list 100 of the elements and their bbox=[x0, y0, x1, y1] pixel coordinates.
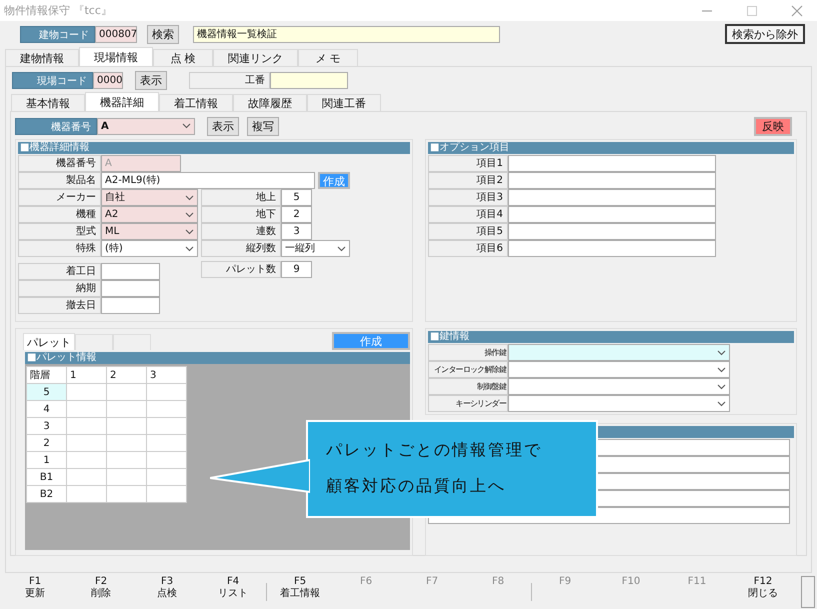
function-key-button[interactable]: F5 着工情報 bbox=[267, 576, 333, 608]
caret-icon[interactable] bbox=[185, 212, 194, 218]
row-header[interactable]: 2 bbox=[26, 434, 66, 452]
table-cell[interactable] bbox=[146, 452, 186, 468]
row-header[interactable]: 5 bbox=[26, 384, 66, 400]
row-header[interactable]: B2 bbox=[26, 486, 66, 502]
field-label: 工番 bbox=[189, 72, 270, 89]
caret-icon[interactable] bbox=[337, 246, 346, 252]
caret-icon[interactable] bbox=[185, 194, 194, 200]
option-field[interactable] bbox=[508, 189, 716, 206]
dropdown-field[interactable]: A2 bbox=[101, 206, 198, 223]
row-header[interactable]: B1 bbox=[26, 468, 66, 486]
number-field[interactable]: 3 bbox=[281, 223, 312, 240]
tab[interactable]: 故障履歴 bbox=[233, 94, 307, 111]
table-cell[interactable] bbox=[66, 384, 106, 400]
search-button[interactable]: 検索 bbox=[147, 24, 179, 44]
table-cell[interactable] bbox=[106, 468, 146, 486]
table-cell[interactable] bbox=[146, 418, 186, 434]
site-code-field[interactable]: 0000 bbox=[93, 72, 123, 89]
option-field[interactable] bbox=[508, 223, 716, 240]
tab[interactable]: 着工情報 bbox=[159, 94, 233, 111]
table-cell[interactable] bbox=[106, 452, 146, 468]
dropdown-field[interactable] bbox=[508, 378, 730, 395]
field-label: 機器番号 bbox=[15, 118, 97, 134]
tab[interactable]: 現場情報 bbox=[79, 47, 153, 66]
show-button[interactable]: 表示 bbox=[207, 116, 239, 136]
field-label: キーシリンダー bbox=[428, 395, 508, 412]
section-header: ■パレット情報 bbox=[25, 352, 410, 364]
dropdown-field[interactable]: ML bbox=[101, 223, 198, 240]
caret-icon[interactable] bbox=[182, 123, 191, 129]
field-label: 機種 bbox=[18, 206, 101, 223]
table-cell[interactable] bbox=[66, 400, 106, 418]
product-name-field[interactable]: A2-ML9(特) bbox=[101, 172, 315, 189]
option-field[interactable] bbox=[508, 206, 716, 223]
row-header[interactable]: 3 bbox=[26, 418, 66, 434]
tab[interactable]: 基本情報 bbox=[11, 94, 85, 111]
date-field[interactable] bbox=[101, 263, 160, 280]
table-cell[interactable] bbox=[146, 400, 186, 418]
dropdown-field[interactable] bbox=[508, 395, 730, 412]
apply-button[interactable]: 反映 bbox=[754, 116, 792, 136]
field-label: 縦列数 bbox=[201, 240, 281, 257]
dropdown-field[interactable]: 一縦列 bbox=[281, 240, 350, 257]
option-field[interactable] bbox=[508, 172, 716, 189]
option-field[interactable] bbox=[508, 155, 716, 172]
number-field[interactable]: 2 bbox=[281, 206, 312, 223]
table-cell[interactable] bbox=[66, 452, 106, 468]
caret-icon[interactable] bbox=[185, 246, 194, 252]
function-key-button[interactable]: F2 削除 bbox=[68, 576, 134, 608]
function-key-button[interactable]: F4 リスト bbox=[200, 576, 266, 608]
maximize-icon[interactable] bbox=[746, 4, 758, 16]
date-field[interactable] bbox=[101, 280, 160, 297]
tab[interactable]: 点 検 bbox=[153, 49, 213, 66]
tab[interactable]: 建物情報 bbox=[5, 49, 79, 66]
field-label: 項目4 bbox=[428, 206, 508, 223]
field-label: 項目6 bbox=[428, 240, 508, 257]
dropdown-field[interactable] bbox=[508, 344, 730, 361]
caret-icon[interactable] bbox=[717, 400, 726, 406]
table-cell[interactable] bbox=[146, 434, 186, 452]
table-cell[interactable] bbox=[66, 468, 106, 486]
table-cell[interactable] bbox=[106, 400, 146, 418]
tab[interactable]: 関連リンク bbox=[213, 49, 298, 66]
table-cell[interactable] bbox=[146, 468, 186, 486]
table-cell[interactable] bbox=[66, 434, 106, 452]
date-field[interactable] bbox=[101, 297, 160, 314]
tab[interactable]: 機器詳細 bbox=[85, 92, 159, 111]
function-key-button[interactable]: F3 点検 bbox=[134, 576, 200, 608]
tab[interactable]: パレット bbox=[23, 333, 75, 350]
table-cell[interactable] bbox=[106, 418, 146, 434]
table-cell[interactable] bbox=[106, 384, 146, 400]
dropdown-field[interactable]: 自社 bbox=[101, 189, 198, 206]
table-cell[interactable] bbox=[66, 486, 106, 502]
device-number-combo[interactable]: A bbox=[97, 118, 195, 134]
caret-icon[interactable] bbox=[185, 228, 194, 234]
building-name-field[interactable]: 機器情報一覧検証 bbox=[193, 26, 500, 42]
caret-icon[interactable] bbox=[717, 384, 726, 390]
function-key-button[interactable]: F12 閉じる bbox=[730, 576, 796, 608]
option-field[interactable] bbox=[508, 240, 716, 257]
number-field[interactable]: 9 bbox=[281, 261, 312, 278]
dropdown-field[interactable] bbox=[508, 361, 730, 378]
tab[interactable]: 関連工番 bbox=[307, 94, 381, 111]
copy-button[interactable]: 複写 bbox=[247, 116, 279, 136]
close-icon[interactable] bbox=[791, 4, 803, 16]
show-button[interactable]: 表示 bbox=[135, 71, 167, 90]
resize-grip bbox=[801, 576, 815, 608]
table-cell[interactable] bbox=[66, 418, 106, 434]
row-header[interactable]: 4 bbox=[26, 400, 66, 418]
table-cell[interactable] bbox=[106, 434, 146, 452]
exclude-button[interactable]: 検索から除外 bbox=[725, 24, 805, 44]
row-header[interactable]: 1 bbox=[26, 452, 66, 468]
caret-icon[interactable] bbox=[717, 366, 726, 372]
table-cell[interactable] bbox=[146, 384, 186, 400]
function-key-button[interactable]: F1 更新 bbox=[2, 576, 68, 608]
building-code-field[interactable]: 000807 bbox=[95, 26, 137, 42]
number-field[interactable]: 5 bbox=[281, 189, 312, 206]
dropdown-field[interactable]: (特) bbox=[101, 240, 198, 257]
table-cell[interactable] bbox=[106, 486, 146, 502]
caret-icon[interactable] bbox=[717, 350, 726, 356]
table-cell[interactable] bbox=[146, 486, 186, 502]
tab[interactable]: メ モ bbox=[298, 49, 358, 66]
work-number-field[interactable] bbox=[270, 72, 348, 89]
